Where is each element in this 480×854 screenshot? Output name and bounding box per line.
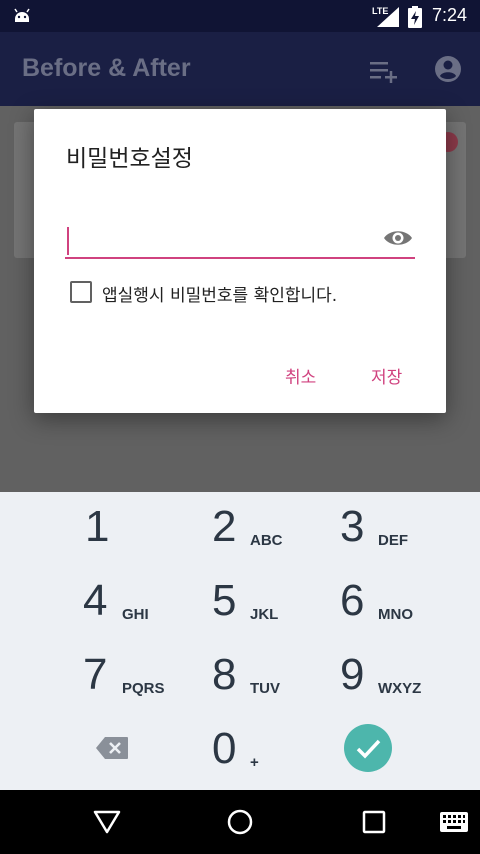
playlist-add-icon[interactable] <box>368 58 398 84</box>
cancel-button[interactable]: 취소 <box>285 363 316 388</box>
key-digit: 8 <box>212 650 237 699</box>
battery-charging-icon <box>408 6 422 28</box>
recents-icon[interactable] <box>362 810 386 834</box>
password-dialog: 비밀번호설정 앱실행시 비밀번호를 확인합니다. 취소 저장 <box>34 109 446 413</box>
app-bar: Before & After <box>0 32 480 106</box>
confirm-on-launch-checkbox[interactable] <box>70 281 92 303</box>
key-letters: JKL <box>250 606 279 623</box>
app-title: Before & After <box>22 54 191 82</box>
key-letters: DEF <box>378 532 408 549</box>
key-digit: 5 <box>212 576 237 625</box>
key-letters: TUV <box>250 680 280 697</box>
android-debug-icon <box>14 8 30 22</box>
home-icon[interactable] <box>226 808 254 836</box>
backspace-icon <box>96 737 128 759</box>
key-digit: 0 <box>212 724 237 773</box>
key-letters: + <box>250 754 259 771</box>
signal-icon <box>377 7 399 27</box>
navigation-bar <box>0 790 480 854</box>
key-8[interactable]: 8 TUV <box>160 640 320 712</box>
key-letters: PQRS <box>122 680 165 697</box>
key-letters: WXYZ <box>378 680 422 697</box>
key-done[interactable] <box>320 714 480 786</box>
key-2[interactable]: 2 ABC <box>160 492 320 564</box>
confirm-on-launch-label[interactable]: 앱실행시 비밀번호를 확인합니다. <box>102 281 337 306</box>
check-icon <box>344 724 392 772</box>
text-cursor <box>67 227 69 255</box>
key-7[interactable]: 7 PQRS <box>0 640 165 712</box>
key-digit: 9 <box>340 650 365 699</box>
key-letters: ABC <box>250 532 283 549</box>
save-button[interactable]: 저장 <box>371 363 402 388</box>
key-9[interactable]: 9 WXYZ <box>320 640 480 712</box>
key-digit: 3 <box>340 502 365 551</box>
back-icon[interactable] <box>93 810 121 834</box>
key-5[interactable]: 5 JKL <box>160 566 320 638</box>
key-1[interactable]: 1 <box>0 492 160 564</box>
key-4[interactable]: 4 GHI <box>0 566 160 638</box>
key-3[interactable]: 3 DEF <box>320 492 480 564</box>
key-0[interactable]: 0 + <box>160 714 320 786</box>
key-backspace[interactable] <box>0 714 160 786</box>
key-digit: 1 <box>85 502 110 551</box>
visibility-toggle-icon[interactable] <box>382 226 414 250</box>
key-6[interactable]: 6 MNO <box>320 566 480 638</box>
dialog-title: 비밀번호설정 <box>66 146 193 172</box>
account-circle-icon[interactable] <box>433 54 463 84</box>
status-bar: LTE 7:24 <box>0 0 480 32</box>
key-digit: 2 <box>212 502 237 551</box>
key-letters: GHI <box>122 606 149 623</box>
key-digit: 7 <box>83 650 108 699</box>
key-digit: 4 <box>83 576 108 625</box>
clock: 7:24 <box>432 5 468 25</box>
numeric-keypad: 1 2 ABC 3 DEF 4 GHI 5 JKL 6 MNO 7 PQRS 8… <box>0 492 480 790</box>
key-letters: MNO <box>378 606 413 623</box>
keyboard-icon[interactable] <box>440 812 468 832</box>
password-input[interactable] <box>65 223 415 259</box>
key-digit: 6 <box>340 576 365 625</box>
